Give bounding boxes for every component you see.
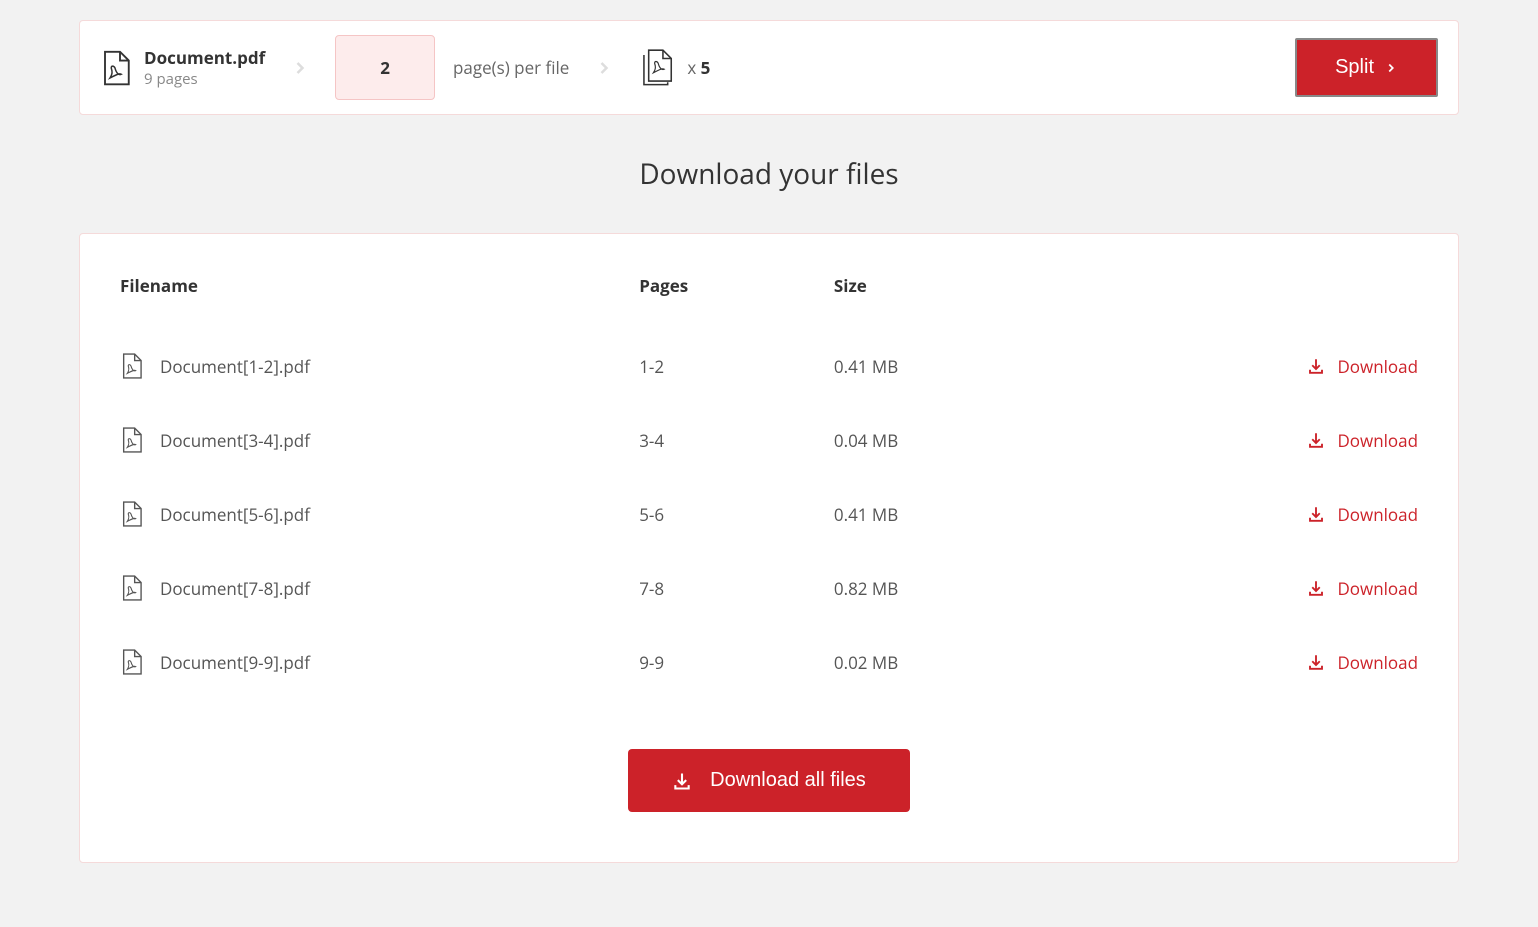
pdf-file-icon <box>120 427 142 453</box>
split-button-label: Split <box>1335 56 1374 79</box>
table-row: Document[3-4].pdf 3-4 0.04 MB Download <box>120 403 1418 477</box>
pages-per-file-input[interactable]: 2 <box>335 35 435 100</box>
table-row: Document[9-9].pdf 9-9 0.02 MB Download <box>120 625 1418 699</box>
download-all-label: Download all files <box>710 769 866 792</box>
results-panel: Filename Pages Size Document[1-2].pdf 1-… <box>79 233 1459 863</box>
pdf-file-icon <box>120 649 142 675</box>
split-config-bar: Document.pdf 9 pages 2 page(s) per file … <box>79 20 1459 115</box>
download-link-label: Download <box>1337 503 1418 526</box>
download-button[interactable]: Download <box>1223 577 1418 600</box>
files-table: Filename Pages Size Document[1-2].pdf 1-… <box>120 274 1418 699</box>
table-row: Document[7-8].pdf 7-8 0.82 MB Download <box>120 551 1418 625</box>
pages-per-file-label: page(s) per file <box>453 56 569 79</box>
download-link-label: Download <box>1337 355 1418 378</box>
file-name-text: Document[9-9].pdf <box>160 651 310 674</box>
pages-per-file-value: 2 <box>380 56 390 79</box>
download-button[interactable]: Download <box>1223 651 1418 674</box>
file-name-text: Document[3-4].pdf <box>160 429 310 452</box>
download-icon <box>1307 579 1325 597</box>
column-header-filename: Filename <box>120 274 639 329</box>
file-size-text: 0.82 MB <box>834 577 898 600</box>
pdf-file-icon <box>100 50 130 86</box>
file-name-text: Document[1-2].pdf <box>160 355 310 378</box>
download-button[interactable]: Download <box>1223 355 1418 378</box>
file-pages-text: 1-2 <box>639 355 664 378</box>
download-icon <box>1307 357 1325 375</box>
column-header-pages: Pages <box>639 274 834 329</box>
file-pages-text: 7-8 <box>639 577 664 600</box>
file-size-text: 0.41 MB <box>834 503 898 526</box>
download-button[interactable]: Download <box>1223 503 1418 526</box>
chevron-right-icon <box>290 58 310 78</box>
column-header-download <box>1223 274 1418 329</box>
page-title: Download your files <box>79 155 1459 193</box>
download-icon <box>672 771 692 791</box>
file-size-text: 0.04 MB <box>834 429 898 452</box>
pdf-file-icon <box>120 353 142 379</box>
file-pages-text: 5-6 <box>639 503 664 526</box>
split-button[interactable]: Split <box>1295 38 1438 97</box>
file-size-text: 0.41 MB <box>834 355 898 378</box>
source-filename: Document.pdf <box>144 46 265 69</box>
file-name-text: Document[7-8].pdf <box>160 577 310 600</box>
download-icon <box>1307 431 1325 449</box>
source-page-count: 9 pages <box>144 69 265 89</box>
chevron-right-icon <box>594 58 614 78</box>
output-count-label: x 5 <box>687 56 710 79</box>
pdf-stack-icon <box>639 49 675 87</box>
download-all-button[interactable]: Download all files <box>628 749 910 812</box>
download-icon <box>1307 505 1325 523</box>
file-pages-text: 3-4 <box>639 429 664 452</box>
file-size-text: 0.02 MB <box>834 651 898 674</box>
download-icon <box>1307 653 1325 671</box>
pdf-file-icon <box>120 501 142 527</box>
table-row: Document[1-2].pdf 1-2 0.41 MB Download <box>120 329 1418 403</box>
source-file-info: Document.pdf 9 pages <box>100 46 265 89</box>
download-link-label: Download <box>1337 651 1418 674</box>
table-row: Document[5-6].pdf 5-6 0.41 MB Download <box>120 477 1418 551</box>
chevron-right-icon <box>1384 61 1398 75</box>
file-name-text: Document[5-6].pdf <box>160 503 310 526</box>
pdf-file-icon <box>120 575 142 601</box>
column-header-size: Size <box>834 274 1223 329</box>
file-pages-text: 9-9 <box>639 651 664 674</box>
output-count-info: x 5 <box>639 49 710 87</box>
download-button[interactable]: Download <box>1223 429 1418 452</box>
download-link-label: Download <box>1337 429 1418 452</box>
download-link-label: Download <box>1337 577 1418 600</box>
